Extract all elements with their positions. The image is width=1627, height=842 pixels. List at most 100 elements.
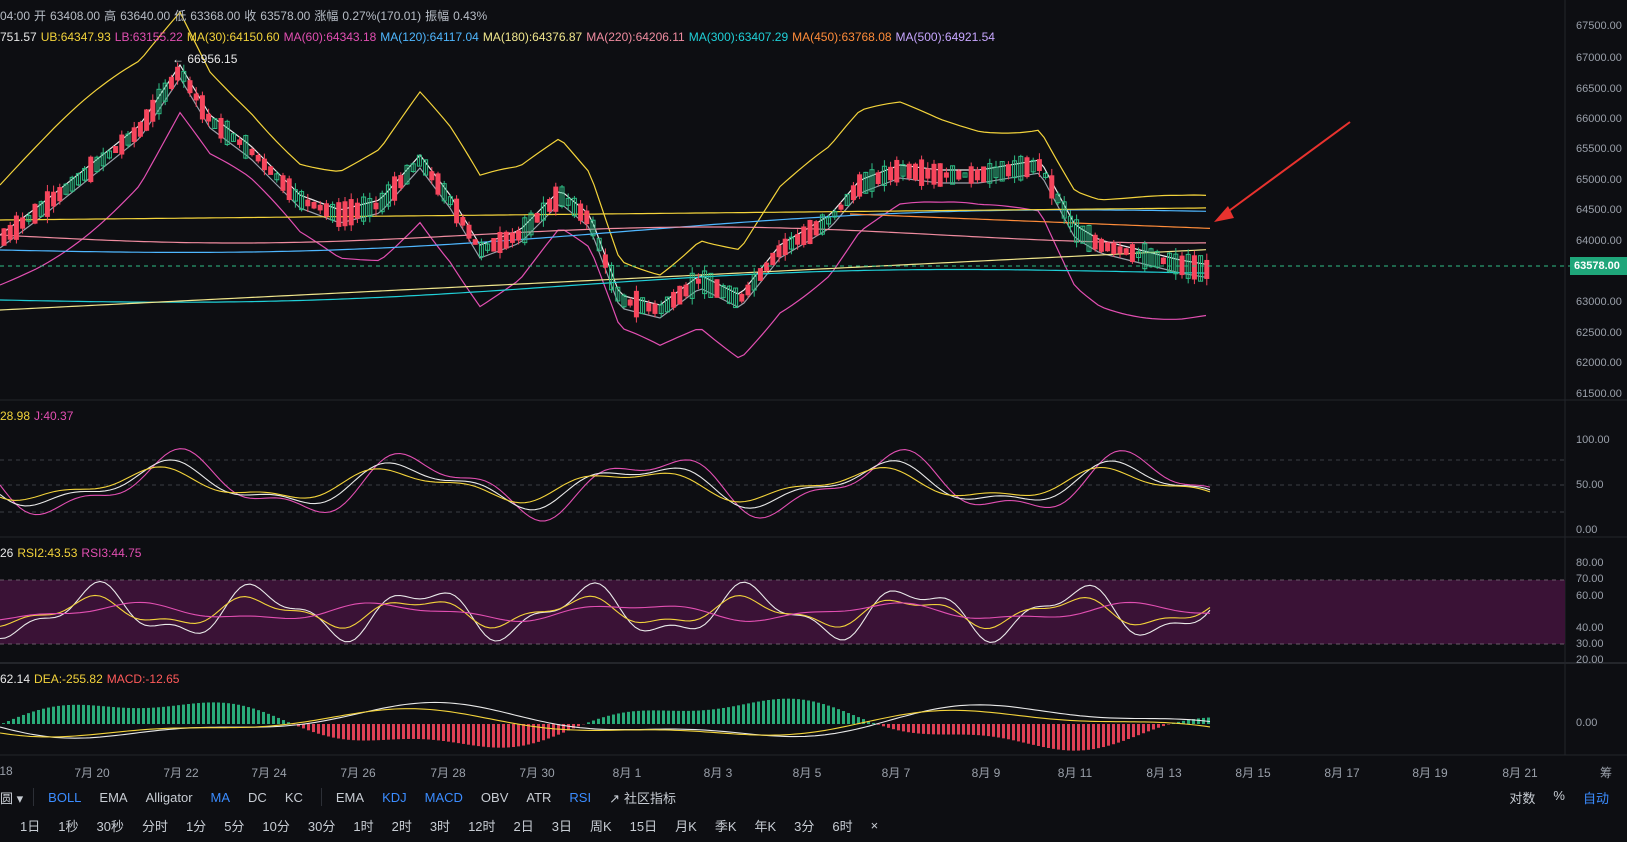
macd-bar — [162, 706, 165, 724]
candle — [113, 146, 119, 154]
macd-bar — [412, 724, 415, 739]
candle — [305, 199, 311, 207]
indicator-ema[interactable]: EMA — [336, 790, 364, 805]
interval-option[interactable]: 6时 — [832, 816, 852, 835]
info-value: 收 — [244, 9, 257, 23]
interval-option[interactable]: 季K — [715, 816, 737, 835]
macd-bar — [837, 709, 840, 724]
ma-line — [0, 209, 1207, 253]
macd-bar — [282, 720, 285, 724]
kdj-info-row: 28.98 J:40.37 — [0, 409, 77, 423]
ma-value: MA(500):64921.54 — [895, 30, 995, 44]
indicator-macd[interactable]: MACD — [425, 790, 463, 805]
macd-bar — [127, 707, 130, 724]
community-indicators-button[interactable]: ↗ 社区指标 — [609, 788, 676, 807]
indicator--[interactable]: % — [1553, 788, 1565, 807]
axis-tick-label: 70.00 — [1576, 573, 1604, 585]
macd-bar — [327, 724, 330, 737]
info-value: 63368.00 — [190, 9, 241, 23]
macd-bar — [462, 724, 465, 744]
interval-option[interactable]: 15日 — [630, 816, 657, 835]
candle — [503, 231, 509, 249]
candle — [695, 278, 701, 284]
interval-option[interactable]: 1秒 — [58, 816, 78, 835]
indicator-ema[interactable]: EMA — [99, 790, 127, 805]
axis-tick-label: 40.00 — [1576, 622, 1604, 634]
boll-lower-line — [0, 111, 1207, 359]
interval-option[interactable]: 12时 — [468, 816, 495, 835]
macd-info-row: 62.14 DEA:-255.82 MACD:-12.65 — [0, 672, 183, 686]
indicator-ma[interactable]: MA — [211, 790, 231, 805]
macd-bar — [192, 703, 195, 724]
indicator-kdj[interactable]: KDJ — [382, 790, 407, 805]
macd-bar — [82, 704, 85, 724]
interval-option[interactable]: 5分 — [224, 816, 244, 835]
interval-option[interactable]: 2时 — [392, 816, 412, 835]
macd-bar — [1032, 724, 1035, 745]
macd-bar — [252, 708, 255, 724]
macd-bar — [32, 711, 35, 724]
macd-bar — [347, 724, 350, 740]
macd-bar — [157, 707, 160, 724]
candle — [968, 166, 974, 184]
candle — [1049, 175, 1055, 199]
macd-bar — [927, 724, 930, 735]
candle — [1, 228, 7, 246]
candle — [1111, 242, 1117, 254]
interval-option[interactable]: 月K — [675, 816, 697, 835]
macd-bar — [752, 702, 755, 724]
interval-option[interactable]: 3分 — [794, 816, 814, 835]
macd-bar — [527, 724, 530, 745]
candle — [1098, 238, 1104, 252]
indicator-obv[interactable]: OBV — [481, 790, 508, 805]
interval-option[interactable]: 3时 — [430, 816, 450, 835]
macd-bar — [812, 701, 815, 724]
macd-bar — [987, 724, 990, 737]
indicator-dc[interactable]: DC — [248, 790, 267, 805]
indicator-kc[interactable]: KC — [285, 790, 303, 805]
candle — [460, 217, 466, 226]
macd-bar — [872, 722, 875, 724]
chart-style-dropdown[interactable]: 圆 ▾ — [0, 788, 23, 807]
indicator-rsi[interactable]: RSI — [569, 790, 591, 805]
interval-option[interactable]: 1时 — [353, 816, 373, 835]
interval-option[interactable]: 3日 — [552, 816, 572, 835]
macd-bar — [262, 711, 265, 724]
macd-bar — [1052, 724, 1055, 749]
candle — [578, 203, 584, 221]
indicator--[interactable]: 自动 — [1583, 788, 1609, 807]
macd-bar — [912, 724, 915, 733]
indicator-atr[interactable]: ATR — [526, 790, 551, 805]
indicator-alligator[interactable]: Alligator — [146, 790, 193, 805]
candle — [516, 230, 522, 241]
interval-option[interactable]: 30秒 — [96, 816, 123, 835]
interval-option[interactable]: 2日 — [514, 816, 534, 835]
interval-option[interactable]: 1分 — [186, 816, 206, 835]
interval-option[interactable]: 分时 — [142, 816, 168, 835]
kdj-k-line — [0, 459, 1211, 511]
macd-bar — [52, 706, 55, 724]
candle — [1204, 259, 1210, 279]
candle — [509, 232, 515, 243]
candle — [943, 172, 949, 178]
price-chart[interactable] — [0, 0, 1627, 842]
indicator--[interactable]: 对数 — [1509, 788, 1535, 807]
candle — [51, 191, 57, 207]
macd-bar — [137, 708, 140, 724]
macd-bar — [432, 724, 435, 740]
info-value: 62.14 — [0, 672, 31, 686]
info-value: 0.27%(170.01) — [342, 9, 422, 23]
indicator-boll[interactable]: BOLL — [48, 790, 81, 805]
candle — [776, 245, 782, 258]
interval-option[interactable]: 年K — [754, 816, 776, 835]
interval-option[interactable]: 周K — [590, 816, 612, 835]
interval-option[interactable]: × — [871, 818, 879, 833]
interval-option[interactable]: 10分 — [262, 816, 289, 835]
macd-bar — [2, 723, 5, 724]
candle — [348, 199, 354, 226]
interval-option[interactable]: 1日 — [20, 816, 40, 835]
axis-tick-label: 20.00 — [1576, 654, 1604, 666]
date-tick-label: 8月 21 — [1502, 766, 1538, 780]
interval-option[interactable]: 30分 — [308, 816, 335, 835]
candle — [875, 172, 881, 184]
